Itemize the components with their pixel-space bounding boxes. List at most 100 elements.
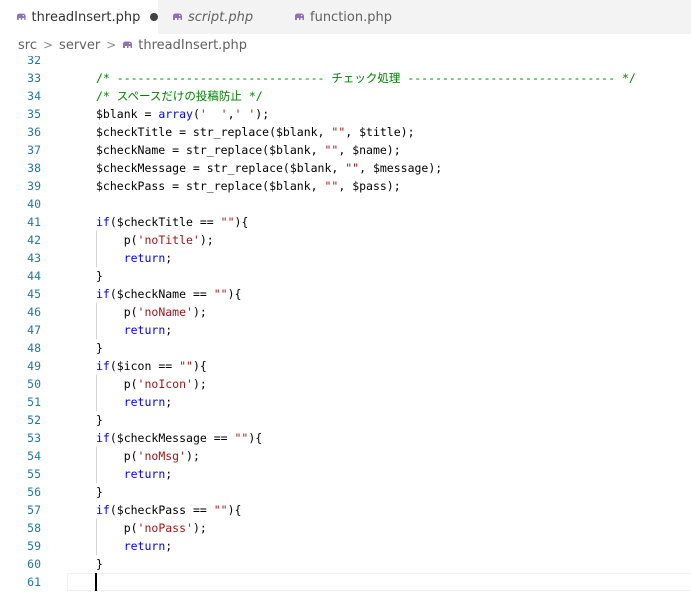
line-number: 55 <box>27 467 41 481</box>
code-line[interactable]: 44} <box>0 267 691 285</box>
code-line[interactable]: 50 p('noIcon'); <box>0 375 691 393</box>
code-text: $checkMessage = str_replace($blank, "", … <box>96 161 443 175</box>
code-text: $blank = array(' ',' '); <box>96 107 270 121</box>
php-elephant-icon <box>16 13 26 20</box>
unsaved-dot-icon[interactable] <box>150 13 158 21</box>
line-number: 53 <box>27 431 41 445</box>
line-number: 35 <box>27 107 41 121</box>
breadcrumb-item-server[interactable]: server <box>59 38 100 53</box>
line-number: 32 <box>27 56 41 67</box>
line-number: 42 <box>27 233 41 247</box>
code-line[interactable]: 33 /* ------------------------------ チェック… <box>0 69 691 87</box>
line-number: 59 <box>27 539 41 553</box>
breadcrumb-item-src[interactable]: src <box>18 38 37 53</box>
code-line[interactable]: 57 if($checkPass == ""){ <box>0 501 691 519</box>
code-line[interactable]: 39 $checkPass = str_replace($blank, "", $… <box>0 177 691 195</box>
tab-threadinsert-php[interactable]: threadInsert.php <box>0 0 158 34</box>
code-line[interactable]: 49 if($icon == ""){ <box>0 357 691 375</box>
code-line[interactable]: 61 <box>0 573 691 591</box>
line-number: 54 <box>27 449 41 463</box>
code-line[interactable]: 38 $checkMessage = str_replace($blank, ""… <box>0 159 691 177</box>
php-elephant-icon <box>123 41 133 48</box>
code-text: return; <box>123 251 173 265</box>
code-text: } <box>96 485 103 499</box>
code-text: if($checkTitle == ""){ <box>96 215 249 229</box>
code-line[interactable]: 48} <box>0 339 691 357</box>
code-line[interactable]: 55 return; <box>0 465 691 483</box>
code-text: p('noTitle'); <box>96 233 214 247</box>
tab-function-php[interactable]: function.php <box>280 0 402 34</box>
code-line[interactable]: 40 <box>0 195 691 213</box>
tab-label: script.php <box>188 9 254 25</box>
code-text: } <box>96 341 103 355</box>
code-line[interactable]: 58 p('noPass'); <box>0 519 691 537</box>
code-line[interactable]: 46 p('noName'); <box>0 303 691 321</box>
code-line[interactable]: 42 p('noTitle'); <box>0 231 691 249</box>
code-text: p('noName'); <box>96 305 207 319</box>
code-line[interactable]: 51 return; <box>0 393 691 411</box>
tab-label: function.php <box>310 9 392 25</box>
line-number: 60 <box>27 557 41 571</box>
code-line[interactable]: 47 return; <box>0 321 691 339</box>
line-number: 50 <box>27 377 41 391</box>
code-text: return; <box>123 323 173 337</box>
indent-guide <box>96 447 97 483</box>
code-text: return; <box>123 467 173 481</box>
line-number: 56 <box>27 485 41 499</box>
code-line[interactable]: 41 if($checkTitle == ""){ <box>0 213 691 231</box>
indent-guide <box>96 375 97 411</box>
code-text: $checkPass = str_replace($blank, "", $pa… <box>96 179 401 193</box>
code-text: $checkTitle = str_replace($blank, "", $t… <box>96 125 415 139</box>
code-line[interactable]: 45 if($checkName == ""){ <box>0 285 691 303</box>
line-number: 46 <box>27 305 41 319</box>
code-line[interactable]: 59 return; <box>0 537 691 555</box>
line-number: 37 <box>27 143 41 157</box>
line-number: 45 <box>27 287 41 301</box>
line-number: 57 <box>27 503 41 517</box>
code-text: p('noPass'); <box>96 521 207 535</box>
code-text: } <box>96 269 103 283</box>
line-number: 58 <box>27 521 41 535</box>
line-number: 38 <box>27 161 41 175</box>
code-line[interactable]: 52} <box>0 411 691 429</box>
code-text: return; <box>123 395 173 409</box>
code-line[interactable]: 43 return; <box>0 249 691 267</box>
code-line[interactable]: 56} <box>0 483 691 501</box>
line-number: 34 <box>27 89 41 103</box>
line-number: 61 <box>27 575 41 589</box>
code-line[interactable]: 32 <box>0 56 691 69</box>
line-number: 49 <box>27 359 41 373</box>
code-text: p('noMsg'); <box>96 449 200 463</box>
indent-guide <box>96 303 97 339</box>
code-text: } <box>96 557 103 571</box>
line-number: 48 <box>27 341 41 355</box>
php-elephant-icon <box>295 13 304 20</box>
line-number: 44 <box>27 269 41 283</box>
code-text: /* スペースだけの投稿防止 */ <box>96 89 263 103</box>
line-number: 41 <box>27 215 41 229</box>
line-number: 36 <box>27 125 41 139</box>
code-line[interactable]: 34 /* スペースだけの投稿防止 */ <box>0 87 691 105</box>
code-text: if($checkPass == ""){ <box>96 503 242 517</box>
code-line[interactable]: 35 $blank = array(' ',' '); <box>0 105 691 123</box>
line-number: 51 <box>27 395 41 409</box>
chevron-right-icon: > <box>42 38 54 52</box>
line-number: 52 <box>27 413 41 427</box>
code-line[interactable]: 37 $checkName = str_replace($blank, "", $… <box>0 141 691 159</box>
code-line[interactable]: 54 p('noMsg'); <box>0 447 691 465</box>
breadcrumb-item-threadinsert-php[interactable]: threadInsert.php <box>138 38 247 53</box>
code-line[interactable]: 53 if($checkMessage == ""){ <box>0 429 691 447</box>
tab-script-php[interactable]: script.php <box>158 0 280 34</box>
code-text: p('noIcon'); <box>96 377 207 391</box>
code-text: } <box>96 413 103 427</box>
code-editor[interactable]: 32 33 /* ------------------------------ チェ… <box>0 56 691 599</box>
indent-guide <box>96 231 97 267</box>
code-line[interactable]: 60} <box>0 555 691 573</box>
line-number: 43 <box>27 251 41 265</box>
line-number: 33 <box>27 71 41 85</box>
code-line[interactable]: 36 $checkTitle = str_replace($blank, "", … <box>0 123 691 141</box>
line-number: 39 <box>27 179 41 193</box>
php-elephant-icon <box>173 13 182 20</box>
line-number: 40 <box>27 197 41 211</box>
code-text: $checkName = str_replace($blank, "", $na… <box>96 143 401 157</box>
